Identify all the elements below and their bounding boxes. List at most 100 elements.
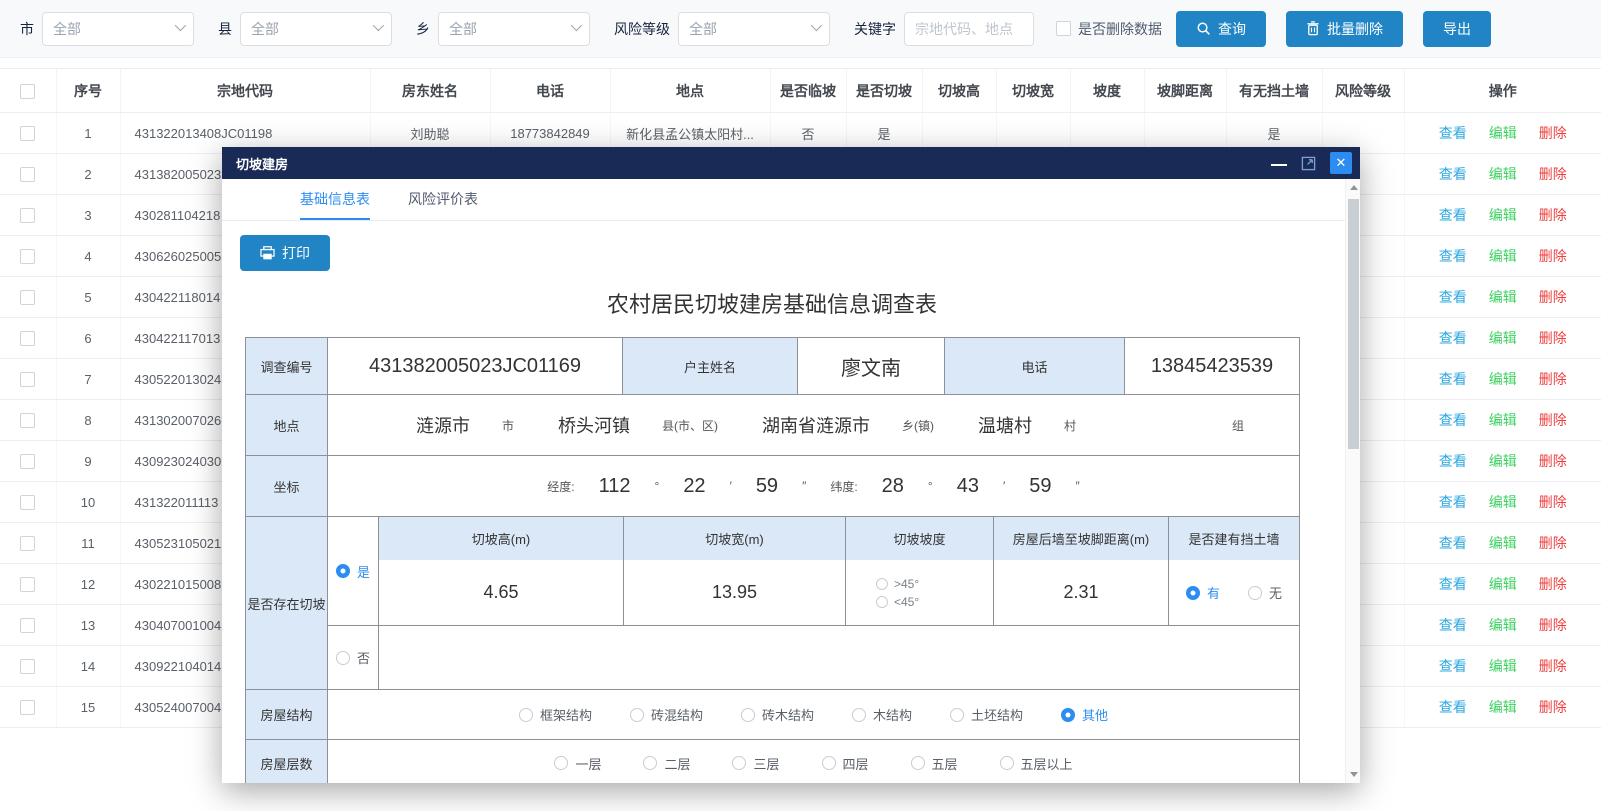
floors-option-0[interactable]: 一层 xyxy=(554,754,601,773)
row-checkbox[interactable] xyxy=(20,167,35,182)
del-link[interactable]: 删除 xyxy=(1539,576,1567,592)
view-link[interactable]: 查看 xyxy=(1439,330,1467,346)
row-checkbox[interactable] xyxy=(20,577,35,592)
del-link[interactable]: 删除 xyxy=(1539,412,1567,428)
row-checkbox[interactable] xyxy=(20,495,35,510)
export-button[interactable]: 导出 xyxy=(1423,11,1491,47)
floors-option-4[interactable]: 五层 xyxy=(911,754,958,773)
del-link[interactable]: 删除 xyxy=(1539,494,1567,510)
view-link[interactable]: 查看 xyxy=(1439,453,1467,469)
keyword-input[interactable] xyxy=(904,12,1034,46)
edit-link[interactable]: 编辑 xyxy=(1489,494,1517,510)
scroll-thumb[interactable] xyxy=(1348,199,1359,449)
cut-exist-yes-option[interactable]: 是 xyxy=(328,517,379,625)
row-checkbox[interactable] xyxy=(20,700,35,715)
structure-option-0[interactable]: 框架结构 xyxy=(519,705,592,724)
del-link[interactable]: 删除 xyxy=(1539,166,1567,182)
del-link[interactable]: 删除 xyxy=(1539,207,1567,223)
structure-option-3[interactable]: 木结构 xyxy=(852,705,912,724)
row-checkbox[interactable] xyxy=(20,331,35,346)
row-checkbox[interactable] xyxy=(20,618,35,633)
del-link[interactable]: 删除 xyxy=(1539,617,1567,633)
view-link[interactable]: 查看 xyxy=(1439,207,1467,223)
edit-link[interactable]: 编辑 xyxy=(1489,125,1517,141)
edit-link[interactable]: 编辑 xyxy=(1489,330,1517,346)
floors-option-2[interactable]: 三层 xyxy=(732,754,779,773)
del-link[interactable]: 删除 xyxy=(1539,371,1567,387)
row-checkbox[interactable] xyxy=(20,208,35,223)
edit-link[interactable]: 编辑 xyxy=(1489,289,1517,305)
structure-option-4[interactable]: 土坯结构 xyxy=(950,705,1023,724)
delete-data-checkbox[interactable] xyxy=(1056,21,1071,36)
view-link[interactable]: 查看 xyxy=(1439,166,1467,182)
edit-link[interactable]: 编辑 xyxy=(1489,617,1517,633)
del-link[interactable]: 删除 xyxy=(1539,330,1567,346)
retaining-wall-option-0[interactable]: 有 xyxy=(1186,583,1220,602)
floors-option-3[interactable]: 四层 xyxy=(822,754,869,773)
structure-option-1[interactable]: 砖混结构 xyxy=(630,705,703,724)
view-link[interactable]: 查看 xyxy=(1439,699,1467,715)
edit-link[interactable]: 编辑 xyxy=(1489,699,1517,715)
row-checkbox[interactable] xyxy=(20,659,35,674)
del-link[interactable]: 删除 xyxy=(1539,289,1567,305)
maximize-icon[interactable] xyxy=(1301,156,1316,171)
minimize-icon[interactable] xyxy=(1271,164,1287,166)
edit-link[interactable]: 编辑 xyxy=(1489,576,1517,592)
view-link[interactable]: 查看 xyxy=(1439,494,1467,510)
del-link[interactable]: 删除 xyxy=(1539,248,1567,264)
del-link[interactable]: 删除 xyxy=(1539,535,1567,551)
risk-level-select[interactable]: 全部 xyxy=(678,12,830,46)
del-link[interactable]: 删除 xyxy=(1539,453,1567,469)
view-link[interactable]: 查看 xyxy=(1439,248,1467,264)
edit-link[interactable]: 编辑 xyxy=(1489,248,1517,264)
modal-scrollbar[interactable] xyxy=(1345,179,1360,783)
row-checkbox[interactable] xyxy=(20,249,35,264)
cut-angle-option-0[interactable]: >45° xyxy=(876,577,919,591)
structure-option-2[interactable]: 砖木结构 xyxy=(741,705,814,724)
row-checkbox[interactable] xyxy=(20,290,35,305)
view-link[interactable]: 查看 xyxy=(1439,371,1467,387)
select-all-checkbox[interactable] xyxy=(20,84,35,99)
view-link[interactable]: 查看 xyxy=(1439,535,1467,551)
view-link[interactable]: 查看 xyxy=(1439,125,1467,141)
close-icon[interactable]: ✕ xyxy=(1330,152,1352,174)
row-checkbox[interactable] xyxy=(20,372,35,387)
page: 市 全部 县 全部 乡 全部 风险等级 全部 关键字 是否删除数据 查询 xyxy=(0,0,1601,728)
tab-risk-evaluation[interactable]: 风险评价表 xyxy=(408,189,478,220)
cut-angle-option-1[interactable]: <45° xyxy=(876,595,919,609)
township-select[interactable]: 全部 xyxy=(438,12,590,46)
floors-option-1[interactable]: 二层 xyxy=(643,754,690,773)
query-button[interactable]: 查询 xyxy=(1176,11,1266,47)
county-select[interactable]: 全部 xyxy=(240,12,392,46)
edit-link[interactable]: 编辑 xyxy=(1489,412,1517,428)
row-checkbox[interactable] xyxy=(20,126,35,141)
view-link[interactable]: 查看 xyxy=(1439,289,1467,305)
modal-header[interactable]: 切坡建房 ✕ xyxy=(222,147,1360,179)
edit-link[interactable]: 编辑 xyxy=(1489,166,1517,182)
view-link[interactable]: 查看 xyxy=(1439,617,1467,633)
floors-option-5[interactable]: 五层以上 xyxy=(1000,754,1073,773)
edit-link[interactable]: 编辑 xyxy=(1489,658,1517,674)
row-checkbox[interactable] xyxy=(20,536,35,551)
del-link[interactable]: 删除 xyxy=(1539,699,1567,715)
row-checkbox[interactable] xyxy=(20,454,35,469)
edit-link[interactable]: 编辑 xyxy=(1489,207,1517,223)
cut-exist-no-option[interactable]: 否 xyxy=(328,626,379,689)
scroll-down-icon[interactable] xyxy=(1346,767,1360,782)
retaining-wall-option-1[interactable]: 无 xyxy=(1248,583,1282,602)
scroll-up-icon[interactable] xyxy=(1346,180,1360,195)
tab-basic-info[interactable]: 基础信息表 xyxy=(300,189,370,220)
view-link[interactable]: 查看 xyxy=(1439,576,1467,592)
edit-link[interactable]: 编辑 xyxy=(1489,371,1517,387)
view-link[interactable]: 查看 xyxy=(1439,412,1467,428)
edit-link[interactable]: 编辑 xyxy=(1489,535,1517,551)
city-select[interactable]: 全部 xyxy=(42,12,194,46)
del-link[interactable]: 删除 xyxy=(1539,658,1567,674)
batch-delete-button[interactable]: 批量删除 xyxy=(1286,11,1403,47)
del-link[interactable]: 删除 xyxy=(1539,125,1567,141)
structure-option-5[interactable]: 其他 xyxy=(1061,705,1108,724)
row-checkbox[interactable] xyxy=(20,413,35,428)
print-button[interactable]: 打印 xyxy=(240,235,330,271)
view-link[interactable]: 查看 xyxy=(1439,658,1467,674)
edit-link[interactable]: 编辑 xyxy=(1489,453,1517,469)
